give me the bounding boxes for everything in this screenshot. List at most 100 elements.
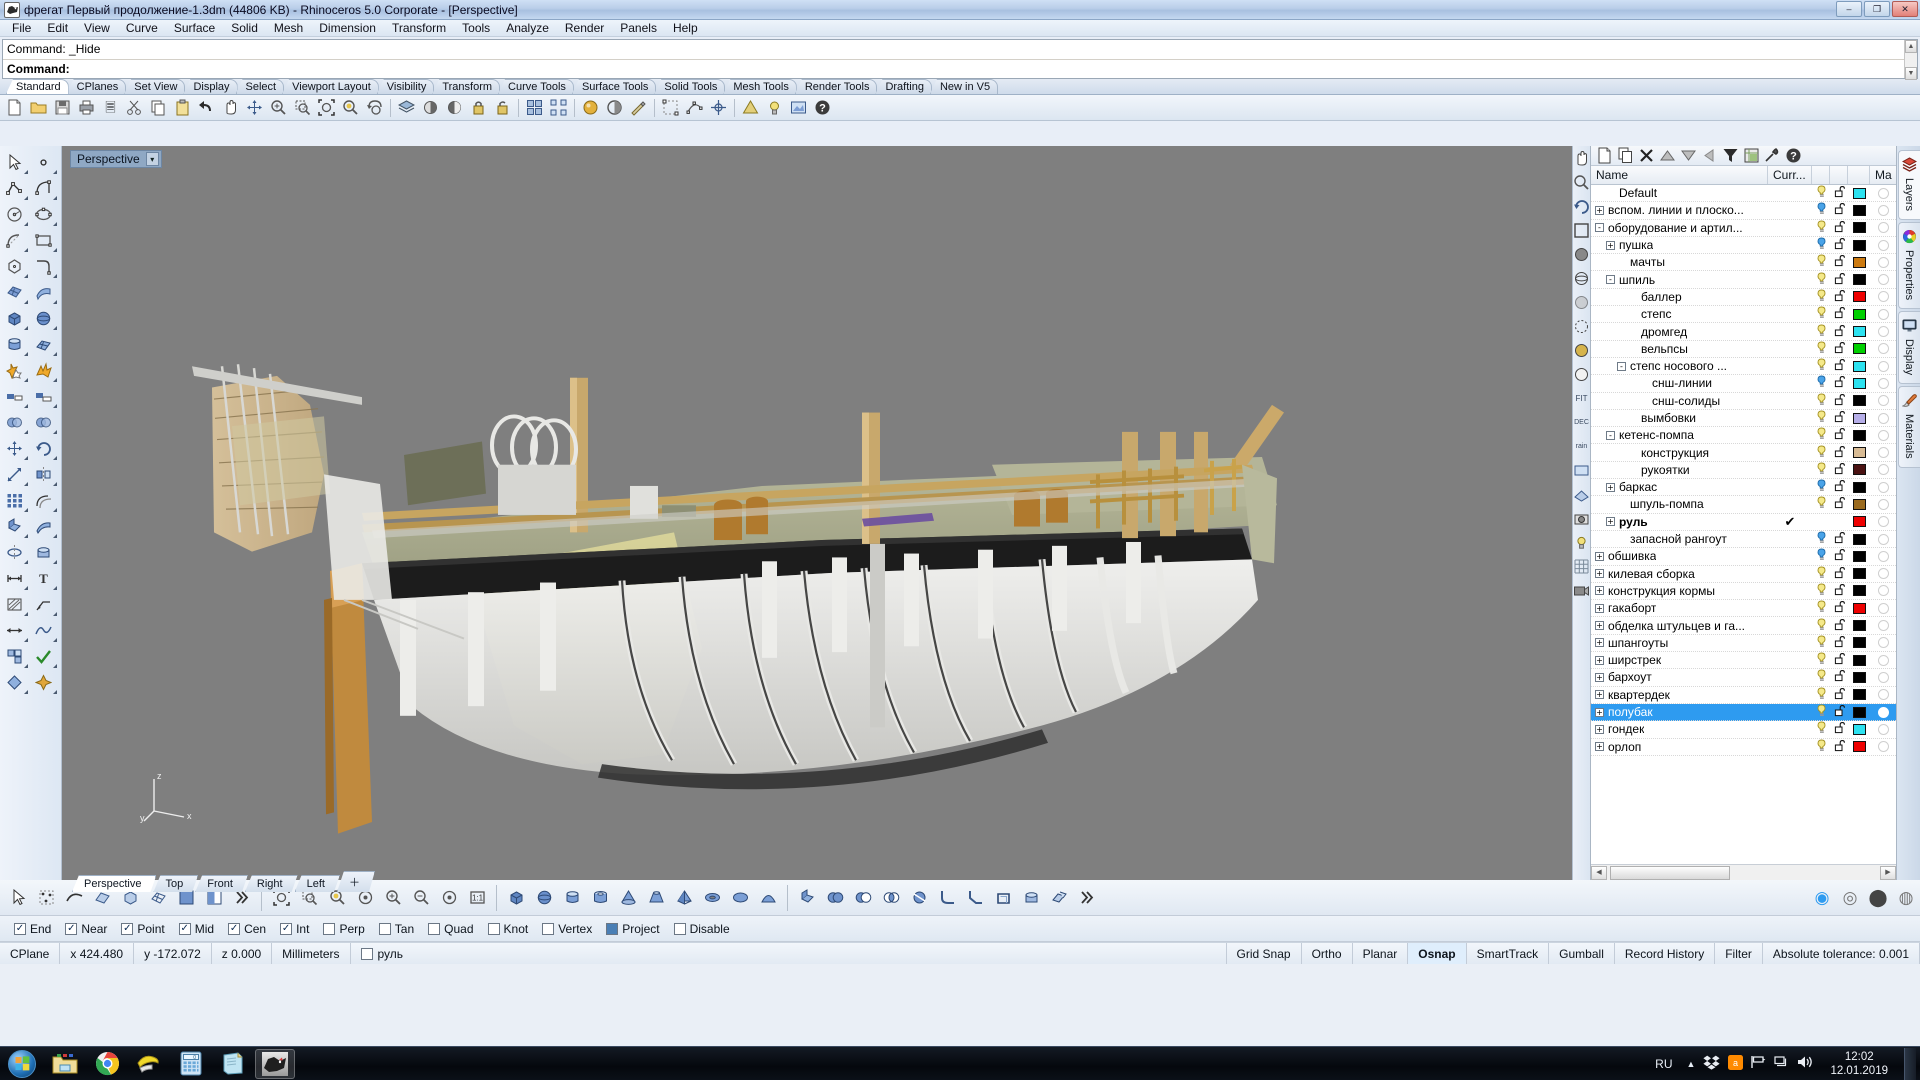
layer-row[interactable]: снш-линии (1591, 375, 1896, 393)
split-icon[interactable] (29, 383, 58, 409)
rotate-icon[interactable] (1573, 194, 1590, 218)
winrar-icon[interactable] (129, 1049, 169, 1079)
maximize-viewport-icon[interactable] (1573, 218, 1590, 242)
status-units[interactable]: Millimeters (272, 943, 351, 964)
toolbar-tab-surface-tools[interactable]: Surface Tools (571, 79, 657, 94)
layer-material-swatch[interactable] (1870, 291, 1896, 303)
surface-sweep-icon[interactable] (29, 279, 58, 305)
layer-color-swatch[interactable] (1848, 343, 1870, 355)
zoom-extents-icon[interactable] (315, 97, 338, 119)
extrude-icon[interactable] (0, 513, 29, 539)
help-icon[interactable]: ? (811, 97, 834, 119)
wireframe-icon[interactable] (1573, 266, 1590, 290)
expand-plus-icon[interactable]: + (1606, 482, 1615, 492)
layer-visibility-bulb-icon[interactable] (1812, 548, 1830, 564)
text-icon[interactable]: T (29, 565, 58, 591)
explode-icon[interactable] (29, 357, 58, 383)
layer-color-swatch[interactable] (1848, 654, 1870, 666)
expand-plus-icon[interactable]: + (1595, 569, 1604, 579)
layer-lock-icon[interactable] (1830, 721, 1848, 737)
layer-material-swatch[interactable] (1870, 204, 1896, 216)
menu-item-solid[interactable]: Solid (223, 20, 266, 36)
layer-row[interactable]: шпуль-помпа (1591, 496, 1896, 514)
scroll-up-arrow[interactable]: ▲ (1905, 40, 1917, 53)
menu-item-curve[interactable]: Curve (118, 20, 166, 36)
layer-row[interactable]: + пушка (1591, 237, 1896, 255)
status-toggle-gumball[interactable]: Gumball (1549, 943, 1615, 964)
scrollbar-thumb[interactable] (1610, 865, 1730, 880)
select-points-icon[interactable] (32, 883, 60, 913)
command-scrollbar[interactable]: ▲ ▼ (1904, 40, 1917, 80)
layer-visibility-bulb-icon[interactable] (1812, 306, 1830, 322)
checkbox-icon[interactable]: ✓ (121, 922, 134, 935)
move-layer-down-icon[interactable] (1678, 147, 1698, 165)
layer-visibility-bulb-icon[interactable] (1812, 635, 1830, 651)
layer-lock-icon[interactable] (1830, 237, 1848, 253)
render-view-icon[interactable] (1573, 338, 1590, 362)
expand-plus-icon[interactable]: + (1595, 707, 1604, 717)
layer-row[interactable]: + баркас (1591, 479, 1896, 497)
layer-visibility-bulb-icon[interactable] (1812, 185, 1830, 201)
layer-color-swatch[interactable] (1848, 689, 1870, 701)
layer-material-swatch[interactable] (1870, 550, 1896, 562)
collapse-minus-icon[interactable]: - (1606, 275, 1615, 285)
extract-surface-icon[interactable] (1045, 883, 1073, 913)
scroll-left-arrow[interactable]: ◀ (1591, 865, 1607, 880)
layer-material-swatch[interactable] (1870, 222, 1896, 234)
pan-icon[interactable] (1573, 146, 1590, 170)
layer-row[interactable]: мачты (1591, 254, 1896, 272)
layer-visibility-bulb-icon[interactable] (1812, 393, 1830, 409)
perspective-viewport[interactable]: Perspective ▾ z x y FIT DEC rain (62, 146, 1590, 880)
control-point-curve-icon[interactable] (29, 175, 58, 201)
collapse-minus-icon[interactable]: - (1606, 430, 1615, 440)
layer-material-swatch[interactable] (1870, 498, 1896, 510)
circle-icon[interactable] (0, 201, 29, 227)
light-icon[interactable] (763, 97, 786, 119)
layer-lock-icon[interactable] (1830, 618, 1848, 634)
layer-material-swatch[interactable] (1870, 481, 1896, 493)
layer-color-swatch[interactable] (1848, 360, 1870, 372)
notepad-icon[interactable] (213, 1049, 253, 1079)
start-button[interactable] (0, 1048, 44, 1080)
current-layer-check[interactable]: ✔ (1768, 515, 1812, 529)
layer-visibility-bulb-icon[interactable] (1812, 721, 1830, 737)
status-x-coordinate[interactable]: x 424.480 (60, 943, 135, 964)
move-layer-up-icon[interactable] (1657, 147, 1677, 165)
torus-icon[interactable] (698, 883, 726, 913)
layer-material-swatch[interactable] (1870, 412, 1896, 424)
layer-lock-icon[interactable] (1830, 185, 1848, 201)
layer-color-swatch[interactable] (1848, 585, 1870, 597)
layer-color-checkbox-icon[interactable] (360, 947, 373, 960)
pan-hand-icon[interactable] (219, 97, 242, 119)
taskbar-clock[interactable]: 12:02 12.01.2019 (1822, 1050, 1896, 1078)
column-header-name[interactable]: Name (1591, 166, 1768, 184)
point-object-icon[interactable] (29, 149, 58, 175)
layer-lock-icon[interactable] (1830, 687, 1848, 703)
select-objects-icon[interactable] (4, 883, 32, 913)
layer-material-swatch[interactable] (1870, 568, 1896, 580)
layer-lock-icon[interactable] (1830, 375, 1848, 391)
layer-visibility-bulb-icon[interactable] (1812, 427, 1830, 443)
analyze-icon[interactable] (739, 97, 762, 119)
zoom-dynamic-icon[interactable] (435, 883, 463, 913)
undo-icon[interactable] (195, 97, 218, 119)
cap-icon[interactable] (29, 539, 58, 565)
layer-color-swatch[interactable] (1848, 568, 1870, 580)
scale-icon[interactable] (0, 461, 29, 487)
expand-plus-icon[interactable]: + (1595, 672, 1604, 682)
layer-color-swatch[interactable] (1848, 187, 1870, 199)
layer-color-swatch[interactable] (1848, 308, 1870, 320)
layer-row[interactable]: запасной рангоут (1591, 531, 1896, 549)
sphere-primitive-icon[interactable] (530, 883, 558, 913)
layer-material-swatch[interactable] (1870, 308, 1896, 320)
new-layer-icon[interactable] (1594, 147, 1614, 165)
ellipsoid-icon[interactable] (726, 883, 754, 913)
layer-visibility-bulb-icon[interactable] (1812, 618, 1830, 634)
layer-row[interactable]: - кетенс-помпа (1591, 427, 1896, 445)
layer-material-swatch[interactable] (1870, 377, 1896, 389)
layer-lock-icon[interactable] (1830, 393, 1848, 409)
column-header-color[interactable] (1848, 166, 1870, 184)
named-view-icon[interactable] (787, 97, 810, 119)
extrude-surface-icon[interactable] (793, 883, 821, 913)
offset-icon[interactable] (29, 487, 58, 513)
